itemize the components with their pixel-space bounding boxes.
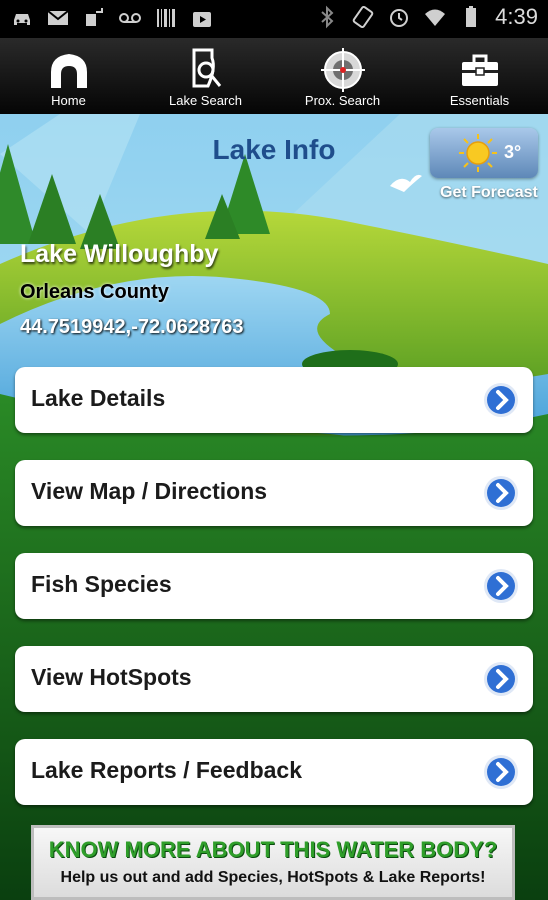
lake-county: Orleans County xyxy=(20,281,169,303)
voicemail-icon xyxy=(119,13,141,23)
car-icon xyxy=(14,14,30,25)
wifi-icon xyxy=(425,9,446,26)
weather-widget[interactable]: 3° xyxy=(430,128,538,178)
chevron-right-icon xyxy=(484,383,518,417)
lake-search-icon xyxy=(192,48,221,88)
gmail-icon xyxy=(47,10,69,25)
tab-prox-search-label: Prox. Search xyxy=(304,93,381,108)
status-bar: 4:39 xyxy=(0,0,548,38)
tab-essentials-label: Essentials xyxy=(449,93,510,108)
lake-info-screen: Lake Info 3° Get Forecast Lake Willoughb… xyxy=(0,114,548,900)
contribute-banner[interactable]: KNOW MORE ABOUT THIS WATER BODY? Help us… xyxy=(31,825,515,900)
menu-item-label: Fish Species xyxy=(31,571,172,597)
menu-item-label: View Map / Directions xyxy=(31,478,268,504)
banner-headline: KNOW MORE ABOUT THIS WATER BODY? xyxy=(48,837,498,862)
menu-item-label: View HotSpots xyxy=(31,664,192,690)
menu-item-lake-details[interactable]: Lake Details xyxy=(15,367,533,433)
sun-icon xyxy=(459,134,497,172)
tab-prox-search[interactable]: Prox. Search xyxy=(274,38,411,114)
weather-temp: 3° xyxy=(504,142,522,162)
tab-bar: Home Lake Search Prox. Search Essentials xyxy=(0,38,548,115)
toolbox-icon xyxy=(461,54,498,86)
home-icon xyxy=(50,54,87,88)
usb-icon xyxy=(86,8,103,26)
lake-name: Lake Willoughby xyxy=(20,240,219,268)
tab-home[interactable]: Home xyxy=(0,38,137,114)
alarm-icon xyxy=(390,9,409,27)
tab-lake-search-label: Lake Search xyxy=(169,93,242,108)
get-forecast-link[interactable]: Get Forecast xyxy=(440,184,538,202)
menu-item-label: Lake Reports / Feedback xyxy=(31,757,302,783)
menu-item-view-hotspots[interactable]: View HotSpots xyxy=(15,646,533,712)
menu-item-label: Lake Details xyxy=(31,385,166,411)
lake-coordinates: 44.7519942,-72.0628763 xyxy=(20,316,244,338)
chevron-right-icon xyxy=(484,476,518,510)
menu-item-view-map[interactable]: View Map / Directions xyxy=(15,460,533,526)
tab-essentials[interactable]: Essentials xyxy=(411,38,548,114)
chevron-right-icon xyxy=(484,755,518,789)
play-store-icon xyxy=(193,12,211,27)
menu-item-lake-reports[interactable]: Lake Reports / Feedback xyxy=(15,739,533,805)
tab-home-label: Home xyxy=(51,93,86,108)
bluetooth-icon xyxy=(321,5,334,29)
barcode-icon xyxy=(157,9,175,27)
tab-lake-search[interactable]: Lake Search xyxy=(137,38,274,114)
menu-item-fish-species[interactable]: Fish Species xyxy=(15,553,533,619)
banner-subline: Help us out and add Species, HotSpots & … xyxy=(60,869,486,886)
rotate-icon xyxy=(352,5,374,29)
battery-icon xyxy=(466,6,477,27)
status-time: 4:39 xyxy=(495,4,538,29)
crosshair-icon xyxy=(320,48,365,92)
chevron-right-icon xyxy=(484,569,518,603)
chevron-right-icon xyxy=(484,662,518,696)
